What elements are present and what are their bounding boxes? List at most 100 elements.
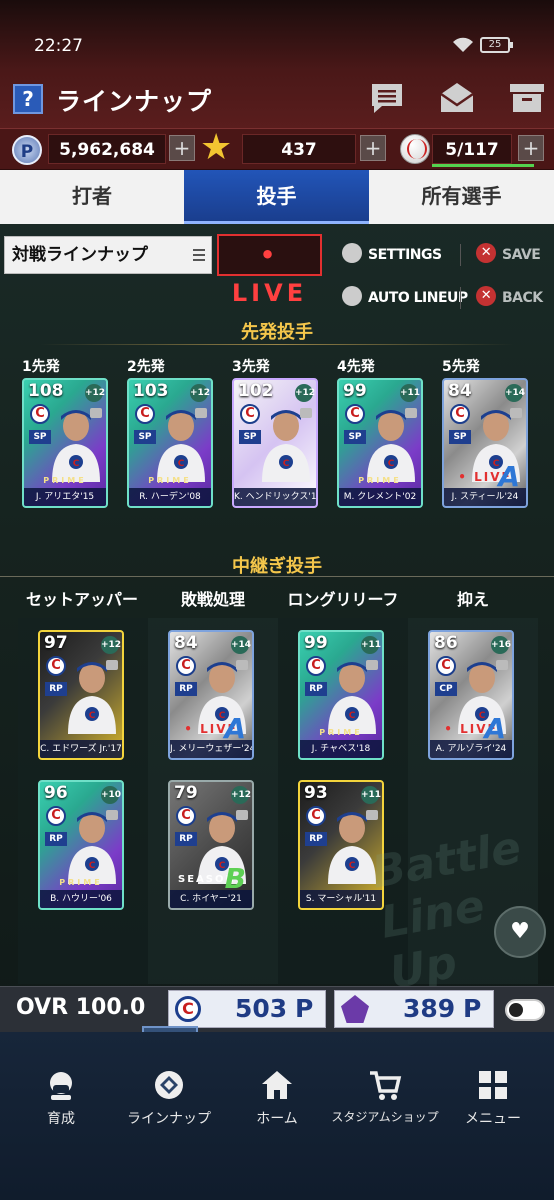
lock-icon xyxy=(366,810,378,820)
storage-box-icon[interactable] xyxy=(508,80,546,116)
help-button[interactable]: ? xyxy=(13,84,43,114)
svg-text:C: C xyxy=(283,459,290,469)
player-card[interactable]: C 84 +14 C RP • LIVE A J. メリーウェザー'24 xyxy=(168,630,254,760)
card-potential-badge: +11 xyxy=(361,786,381,804)
tab-pitchers[interactable]: 投手 xyxy=(184,170,369,224)
card-potential-badge: +12 xyxy=(190,384,210,402)
card-position: RP xyxy=(305,832,327,846)
lock-icon xyxy=(236,660,248,670)
player-card[interactable]: C 108 +12 C SP PRIME J. アリエタ'15 xyxy=(22,378,108,508)
cubs-logo-icon: C xyxy=(306,656,326,676)
card-potential-badge: +12 xyxy=(231,786,251,804)
card-potential-badge: +12 xyxy=(295,384,315,402)
lock-icon xyxy=(366,660,378,670)
nav-lineup[interactable]: ラインナップ xyxy=(114,1068,224,1128)
mail-icon[interactable] xyxy=(438,80,476,116)
relievers-title: 中継ぎ投手 xyxy=(232,556,322,577)
card-position: RP xyxy=(45,832,67,846)
team-points-value: 503 xyxy=(235,994,288,1023)
menu-lines-icon xyxy=(193,249,205,261)
card-potential-badge: +16 xyxy=(491,636,511,654)
player-card[interactable]: C 99 +11 C SP PRIME M. クレメント'02 xyxy=(337,378,423,508)
favorite-button[interactable]: ♥ xyxy=(494,906,546,958)
card-prime-tag: PRIME xyxy=(319,728,363,737)
close-icon: ✕ xyxy=(476,286,496,306)
cubs-logo-icon: C xyxy=(46,656,66,676)
lock-icon xyxy=(300,408,312,418)
player-card[interactable]: C 79 +12 C RP SEASON B C. ホイヤー'21 xyxy=(168,780,254,910)
settings-button[interactable]: SETTINGS xyxy=(342,241,442,269)
lock-icon xyxy=(496,660,508,670)
card-position: SP xyxy=(449,430,471,444)
stars-value: 437 xyxy=(281,140,317,160)
tab-bar: 打者 投手 所有選手 xyxy=(0,170,554,224)
auto-lineup-button[interactable]: AUTO LINEUP xyxy=(342,284,468,312)
tab-owned-players[interactable]: 所有選手 xyxy=(369,170,554,224)
svg-text:C: C xyxy=(89,711,96,721)
point-coin-icon: P xyxy=(12,135,42,165)
player-card[interactable]: C 96 +10 C RP PRIME B. ハウリー'06 xyxy=(38,780,124,910)
role-mopup-label: 敗戦処理 xyxy=(180,590,245,609)
rival-emblem-icon xyxy=(341,995,369,1023)
lock-icon xyxy=(510,408,522,418)
player-card[interactable]: C 93 +11 C RP S. マーシャル'11 xyxy=(298,780,384,910)
player-card[interactable]: C 84 +14 C SP • LIVE A J. スティール'24 xyxy=(442,378,528,508)
live-button[interactable]: • LIVE xyxy=(217,234,322,307)
card-prime-tag: PRIME xyxy=(43,476,87,485)
card-player-name: R. ハーデン'08 xyxy=(129,488,211,506)
lock-icon xyxy=(195,408,207,418)
nav-training[interactable]: 育成 xyxy=(6,1068,116,1128)
divider xyxy=(460,244,461,266)
nav-training-label: 育成 xyxy=(47,1111,75,1127)
lineup-select[interactable]: 対戦ラインナップ xyxy=(4,236,212,274)
nav-menu[interactable]: メニュー xyxy=(438,1068,548,1128)
card-ovr: 84 xyxy=(174,633,198,653)
display-toggle[interactable] xyxy=(505,999,545,1021)
player-card[interactable]: C 86 +16 C CP • LIVE A A. アルゾライ'24 xyxy=(428,630,514,760)
nav-stadium-shop-label: スタジアムショップ xyxy=(331,1110,439,1124)
role-closer-label: 抑え xyxy=(456,590,489,609)
card-potential-badge: +14 xyxy=(505,384,525,402)
card-prime-tag: PRIME xyxy=(148,476,192,485)
card-player-name: A. アルゾライ'24 xyxy=(430,740,512,758)
save-button[interactable]: ✕ SAVE xyxy=(476,241,541,269)
nav-home[interactable]: ホーム xyxy=(222,1068,332,1128)
divider xyxy=(460,287,461,309)
cubs-logo-icon: C xyxy=(345,404,365,424)
card-position: RP xyxy=(45,682,67,696)
card-ovr: 102 xyxy=(238,381,274,401)
card-player-name: J. メリーウェザー'24 xyxy=(170,740,252,758)
grid-icon xyxy=(479,1071,507,1099)
card-player-name: J. チャベス'18 xyxy=(300,740,382,758)
card-ovr: 103 xyxy=(133,381,169,401)
nav-stadium-shop[interactable]: スタジアムショップ xyxy=(330,1068,440,1125)
player-card[interactable]: C 102 +12 C SP K. ヘンドリックス'18 xyxy=(232,378,318,508)
add-balls-button[interactable]: + xyxy=(518,135,544,161)
starter-slot-label: 3先発 xyxy=(232,359,270,375)
notice-icon[interactable] xyxy=(368,80,406,116)
back-button[interactable]: ✕ BACK xyxy=(476,284,543,312)
header-area: 22:27 25 ? ラインナップ xyxy=(0,0,554,128)
card-position: RP xyxy=(175,682,197,696)
add-points-button[interactable]: + xyxy=(169,135,195,161)
card-ovr: 79 xyxy=(174,783,198,803)
lineup-select-label: 対戦ラインナップ xyxy=(12,245,148,265)
player-card[interactable]: C 99 +11 C RP PRIME J. チャベス'18 xyxy=(298,630,384,760)
home-icon xyxy=(262,1071,292,1099)
card-ovr: 108 xyxy=(28,381,64,401)
ovr-label: OVR xyxy=(16,995,69,1020)
battery-icon: 25 xyxy=(480,37,513,53)
page-title: ラインナップ xyxy=(56,87,213,116)
player-card[interactable]: C 97 +12 C RP C. エドワーズ Jr.'17 xyxy=(38,630,124,760)
cubs-logo-icon: C xyxy=(436,656,456,676)
player-icon xyxy=(50,1072,72,1100)
player-card[interactable]: C 103 +12 C SP PRIME R. ハーデン'08 xyxy=(127,378,213,508)
card-ovr: 84 xyxy=(448,381,472,401)
card-player-name: B. ハウリー'06 xyxy=(40,890,122,908)
divider xyxy=(40,344,514,345)
tab-batters[interactable]: 打者 xyxy=(0,170,184,224)
card-player-name: C. エドワーズ Jr.'17 xyxy=(40,740,122,758)
team-logo-icon: C xyxy=(175,996,201,1022)
starter-slot-label: 4先発 xyxy=(337,359,375,375)
add-stars-button[interactable]: + xyxy=(360,135,386,161)
